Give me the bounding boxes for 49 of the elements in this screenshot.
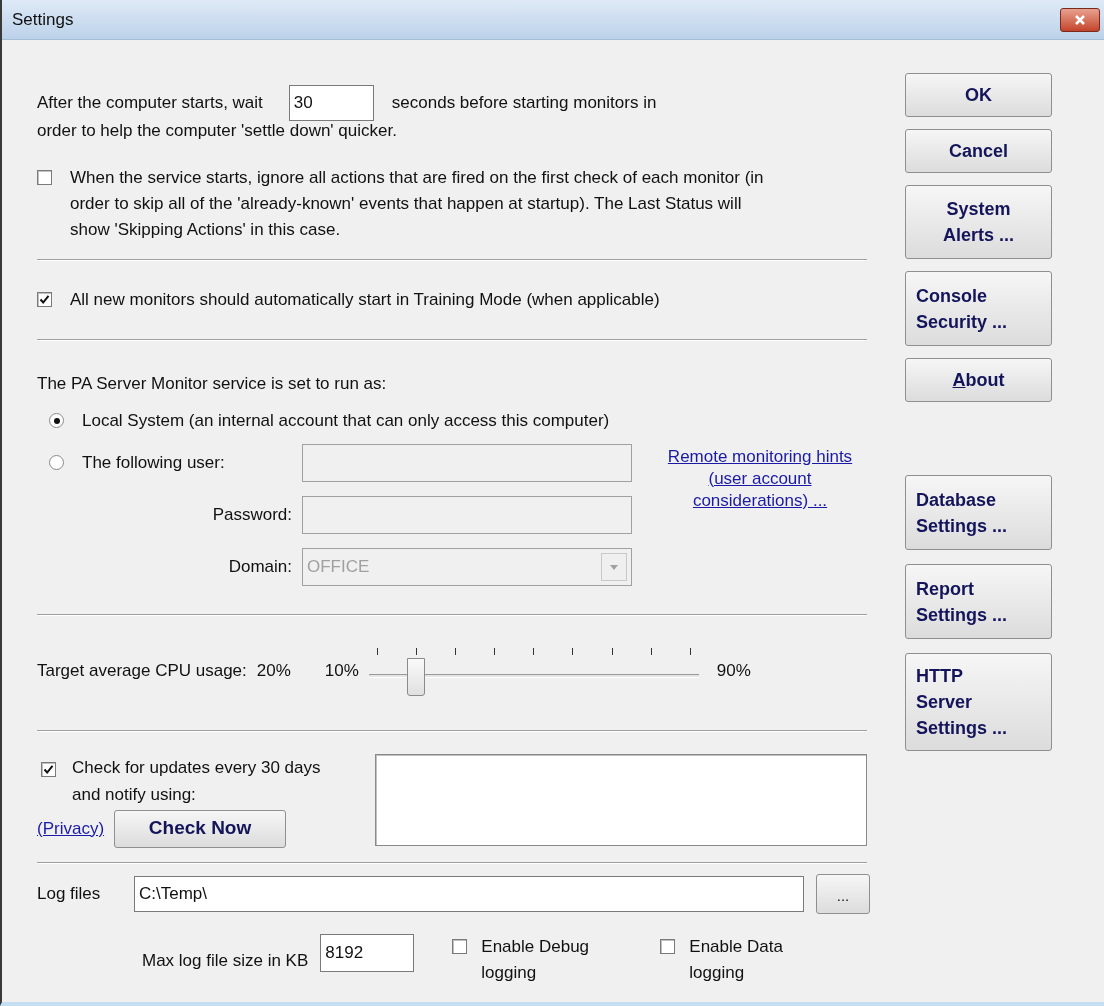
field-label: Password:	[212, 503, 292, 526]
checkbox[interactable]	[37, 292, 52, 308]
radio-button[interactable]	[49, 413, 64, 429]
checkbox-label: Enable Data logging	[689, 935, 784, 984]
slider-min-label: 10%	[324, 659, 359, 682]
max-size-input[interactable]: 8192	[320, 933, 415, 972]
hints-link[interactable]: Remote monitoring hints (user account considerations) ...	[642, 445, 878, 512]
close-button[interactable]	[1060, 7, 1100, 32]
delay-description: order to help the computer 'settle down' quicker.	[37, 121, 398, 141]
checkbox[interactable]	[41, 761, 56, 777]
cpu-slider[interactable]	[368, 645, 699, 696]
checkbox-label: All new monitors should automatically start in Training Mode (when applicable)	[70, 289, 660, 311]
cpu-reading: 20%	[256, 659, 291, 682]
log-path-input[interactable]: C:\Temp\	[134, 875, 804, 912]
field-label: Log files	[37, 882, 102, 905]
browse-button[interactable]: ...	[816, 873, 870, 914]
notify-box[interactable]	[375, 753, 867, 846]
radio-label: The following user:	[82, 451, 225, 474]
dialog-button[interactable]: OK	[905, 73, 1052, 117]
close-icon	[1074, 13, 1086, 26]
checkbox-label: When the service starts, ignore all actions that are fired on the first check of each monitor (in order to skip all of the 'already-known' events that happen at startup). The Last Status will show 'Skipping Actions' in this case.	[70, 167, 765, 241]
checkbox-label: Enable Debug logging	[481, 935, 591, 984]
dialog-button[interactable]: Cancel	[905, 129, 1052, 173]
checkbox-label: Check for updates every 30 days and notify using:	[72, 756, 322, 806]
dialog-button[interactable]: Database Settings ...	[905, 475, 1052, 550]
privacy-link[interactable]: (Privacy)	[37, 815, 105, 842]
delay-input[interactable]: 30	[288, 85, 374, 121]
check-now-button[interactable]: Check Now	[114, 809, 287, 848]
dialog-button[interactable]: Report Settings ...	[905, 564, 1052, 639]
slider-thumb[interactable]	[407, 657, 426, 696]
dialog-button[interactable]: System Alerts ...	[905, 185, 1052, 259]
dialog-button[interactable]: HTTP Server Settings ...	[905, 653, 1052, 751]
checkmark-icon	[39, 294, 50, 306]
field-label: Domain:	[228, 555, 292, 578]
section-heading: The PA Server Monitor service is set to run as:	[37, 372, 388, 395]
checkbox[interactable]	[37, 170, 52, 185]
slider-max-label: 90%	[716, 659, 751, 682]
radio-label: Local System (an internal account that can only access this computer)	[82, 410, 610, 432]
dialog-button[interactable]: About	[905, 358, 1052, 402]
delay-label: seconds before starting monitors in	[391, 92, 657, 115]
checkbox[interactable]	[660, 938, 676, 954]
field-label: Max log file size in KB	[142, 949, 309, 972]
radio-button[interactable]	[49, 455, 64, 470]
checkmark-icon	[43, 763, 54, 775]
checkbox[interactable]	[452, 938, 468, 954]
cpu-label: Target average CPU usage:	[37, 659, 247, 682]
dialog-button[interactable]: Console Security ...	[905, 271, 1052, 346]
delay-label: After the computer starts, wait	[37, 92, 263, 115]
window-title: Settings	[12, 8, 74, 31]
